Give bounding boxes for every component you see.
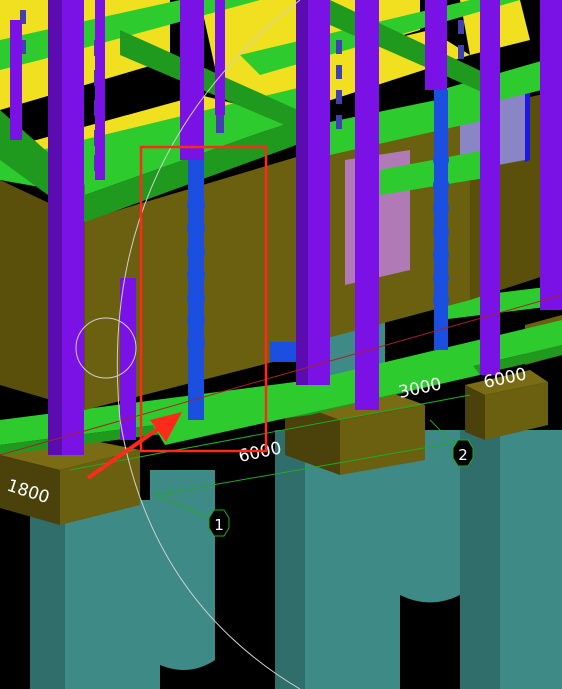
- axis-label-1: 1: [214, 516, 224, 534]
- column-5[interactable]: [425, 0, 447, 90]
- column-7[interactable]: [540, 0, 562, 310]
- rebar-bottom-stub[interactable]: [270, 342, 298, 362]
- axis-label-2: 2: [458, 446, 468, 464]
- model-3d-viewport[interactable]: 1800 6000 3000 6000 1 2: [0, 0, 562, 689]
- column-2[interactable]: [180, 0, 204, 160]
- column-11[interactable]: [215, 0, 225, 115]
- rebar-right[interactable]: [434, 90, 448, 350]
- pile-back-left[interactable]: [150, 470, 215, 670]
- column-6[interactable]: [480, 0, 500, 375]
- rebar-center[interactable]: [188, 150, 204, 420]
- column-10[interactable]: [95, 0, 105, 180]
- column-9[interactable]: [10, 20, 22, 140]
